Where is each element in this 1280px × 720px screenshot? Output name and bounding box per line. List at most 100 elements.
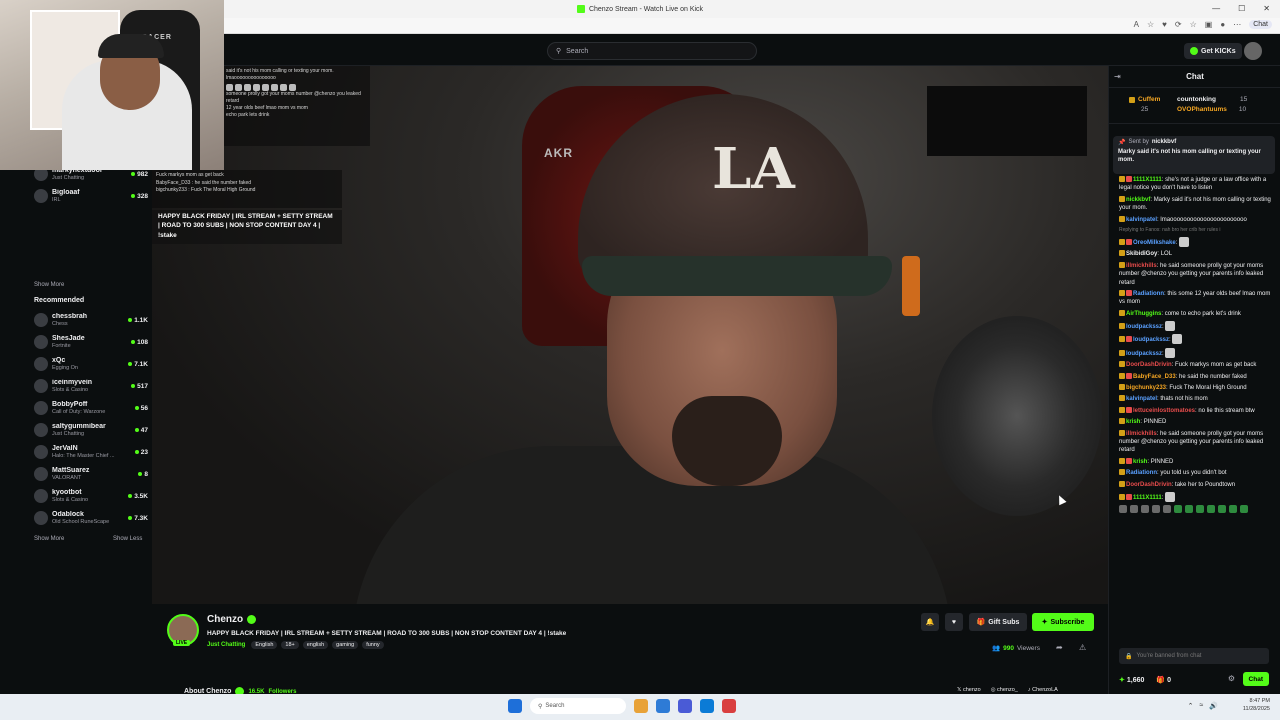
copilot-chat-button[interactable]: Chat [1249, 20, 1272, 29]
chrome-icon[interactable] [722, 699, 736, 713]
chat-message[interactable]: BabyFace_D33: he said the number faked [1119, 372, 1273, 381]
tag-chip[interactable]: gaming [332, 641, 359, 649]
chat-message[interactable]: loudpackssz: [1119, 347, 1273, 358]
emote-icon[interactable] [1152, 505, 1160, 514]
show-more-recommended-button[interactable]: Show More [34, 536, 64, 542]
chat-username[interactable]: loudpackssz [1126, 324, 1162, 330]
file-explorer-icon[interactable] [634, 699, 648, 713]
sidebar-channel-iceinmyvein[interactable]: iceinmyvein Slots & Casino 517 [34, 375, 148, 397]
follow-heart-button[interactable]: ♥ [945, 613, 963, 631]
volume-icon[interactable]: 🔊 [1209, 702, 1218, 710]
edge-browser-icon[interactable] [700, 699, 714, 713]
favorite-star-icon[interactable]: ☆ [1147, 20, 1154, 29]
profile-icon[interactable]: ● [1220, 20, 1225, 29]
chat-message[interactable]: Radiationn: this some 12 year olds beef … [1119, 289, 1273, 307]
chat-username[interactable]: 1111X1111 [1133, 177, 1162, 183]
chat-username[interactable]: illmickhills [1126, 431, 1157, 437]
app-icon[interactable] [678, 699, 692, 713]
refresh-icon[interactable]: ⟳ [1175, 20, 1182, 29]
share-icon[interactable]: ➦ [1056, 643, 1063, 652]
favorites-icon[interactable]: ☆ [1190, 20, 1197, 29]
tag-chip[interactable]: english [302, 641, 329, 649]
close-icon[interactable]: ✕ [1263, 4, 1270, 13]
get-kicks-button[interactable]: Get KICKs [1184, 43, 1242, 59]
minimize-icon[interactable]: — [1212, 4, 1220, 13]
chat-message[interactable]: loudpackssz: [1119, 321, 1273, 332]
gift-subs-button[interactable]: 🎁 Gift Subs [969, 613, 1027, 631]
chat-message[interactable]: DoorDashDrivin: Fuck markys mom as get b… [1119, 361, 1273, 369]
chat-username[interactable]: AirThuggins [1126, 311, 1161, 317]
chat-username[interactable]: DoorDashDrivin [1126, 362, 1172, 368]
sidebar-channel-saltygummibear[interactable]: saltygummibear Just Chatting 47 [34, 419, 148, 441]
chat-username[interactable]: Radiationn [1126, 470, 1157, 476]
chat-username[interactable]: SkibidiGoy [1126, 251, 1157, 257]
taskbar-clock[interactable]: 8:47 PM 11/28/2025 [1243, 698, 1270, 713]
taskbar-search[interactable]: ⚲ Search [530, 698, 626, 714]
chat-input[interactable]: 🔒 You're banned from chat [1119, 648, 1269, 664]
chat-username[interactable]: kalvinpatel [1126, 396, 1157, 402]
leaderboard-item[interactable]: countonking 15 [1177, 96, 1247, 103]
chat-username[interactable]: illmickhills [1126, 263, 1157, 269]
social-tiktok-link[interactable]: ♪ ChenzoLA [1028, 687, 1058, 693]
chat-send-button[interactable]: Chat [1242, 672, 1269, 686]
emote-icon[interactable] [1218, 505, 1226, 514]
sidebar-channel-bigloaaf[interactable]: Bigloaaf IRL 328 [34, 185, 148, 207]
pinned-message[interactable]: 📌 Sent by nickkbvf Marky said it's not h… [1113, 136, 1275, 174]
chat-username[interactable]: Radiationn [1133, 291, 1164, 297]
sidebar-channel-shesjade[interactable]: ShesJade Fortnite 108 [34, 331, 148, 353]
menu-icon[interactable]: ⋯ [1233, 20, 1241, 29]
show-less-button[interactable]: Show Less [113, 536, 142, 542]
emote-icon[interactable] [1240, 505, 1248, 514]
chat-message[interactable]: OreoMilkshake: [1119, 236, 1273, 247]
emote-icon[interactable] [1130, 505, 1138, 514]
chevron-up-icon[interactable]: ⌃ [1188, 702, 1194, 710]
emote-icon[interactable] [1163, 505, 1171, 514]
leaderboard-item[interactable]: Cuffem [1129, 96, 1160, 103]
chat-message[interactable]: loudpackssz: [1119, 334, 1273, 345]
user-avatar[interactable] [1244, 42, 1262, 60]
tag-chip[interactable]: English [251, 641, 278, 649]
chat-message[interactable]: lettuceinlosttomatoes: no lie this strea… [1119, 406, 1273, 415]
category-link[interactable]: Just Chatting [207, 642, 245, 648]
emote-icon[interactable] [1229, 505, 1237, 514]
chat-message[interactable]: 1111X1111: she's not a judge or a law of… [1119, 176, 1273, 193]
chat-message[interactable]: 1111X1111: [1119, 491, 1273, 502]
chat-message[interactable]: DoorDashDrivin: take her to Poundtown [1119, 480, 1273, 489]
address-bar[interactable]: A ☆ ♥ ⟳ ☆ ▣ ● ⋯ Chat [224, 18, 1280, 34]
tag-chip[interactable]: funny [362, 641, 384, 649]
chat-message[interactable]: Radiationn: you told us you didn't bot [1119, 469, 1273, 477]
chat-message[interactable]: kalvinpatel: thats not his mom [1119, 395, 1273, 403]
streamer-name[interactable]: Chenzo [207, 614, 257, 625]
sidebar-channel-mattsuarez[interactable]: MattSuarez VALORANT 8 [34, 463, 148, 485]
chat-settings-icon[interactable]: ⚙ [1228, 674, 1235, 683]
chat-username[interactable]: BabyFace_D33 [1133, 374, 1176, 380]
video-player[interactable]: AKR LA [152, 66, 1108, 604]
sidebar-channel-chessbrah[interactable]: chessbrah Chess 1.1K [34, 309, 148, 331]
chat-message[interactable]: krish: PINNED [1119, 457, 1273, 466]
gift-count[interactable]: 🎁 0 [1156, 676, 1171, 685]
emote-icon[interactable] [1119, 505, 1127, 514]
sidebar-channel-xqc[interactable]: xQc Egging On 7.1K [34, 353, 148, 375]
chat-username[interactable]: OreoMilkshake [1133, 240, 1176, 246]
chat-message[interactable]: krish: PINNED [1119, 418, 1273, 426]
read-aloud-icon[interactable]: A [1134, 20, 1139, 29]
emote-icon[interactable] [1207, 505, 1215, 514]
extension-icon[interactable]: ♥ [1162, 20, 1167, 29]
store-icon[interactable] [656, 699, 670, 713]
sidebar-channel-kyootbot[interactable]: kyootbot Slots & Casino 3.5K [34, 485, 148, 507]
social-x-link[interactable]: 𝕏 chenzo [957, 687, 981, 693]
emote-icon[interactable] [1141, 505, 1149, 514]
chat-message[interactable]: SkibidiGoy: LOL [1119, 250, 1273, 258]
chat-message[interactable]: nickkbvf: Marky said it's not his mom ca… [1119, 195, 1273, 213]
channel-points[interactable]: ✦ 1,660 [1119, 676, 1144, 685]
social-instagram-link[interactable]: ◎ chenzo_ [991, 687, 1018, 693]
maximize-icon[interactable]: ☐ [1238, 4, 1245, 13]
notification-bell-button[interactable]: 🔔 [921, 613, 939, 631]
leaderboard-item[interactable]: OVOPhantuums 10 [1177, 106, 1246, 113]
chat-username[interactable]: nickkbvf [1126, 197, 1150, 203]
sidebar-channel-odablock[interactable]: Odablock Old School RuneScape 7.3K [34, 507, 148, 529]
emote-icon[interactable] [1174, 505, 1182, 514]
chat-message[interactable]: bigchunky233: Fuck The Moral High Ground [1119, 384, 1273, 392]
chat-message[interactable]: AirThuggins: come to echo park let's dri… [1119, 309, 1273, 318]
emote-icon[interactable] [1185, 505, 1193, 514]
